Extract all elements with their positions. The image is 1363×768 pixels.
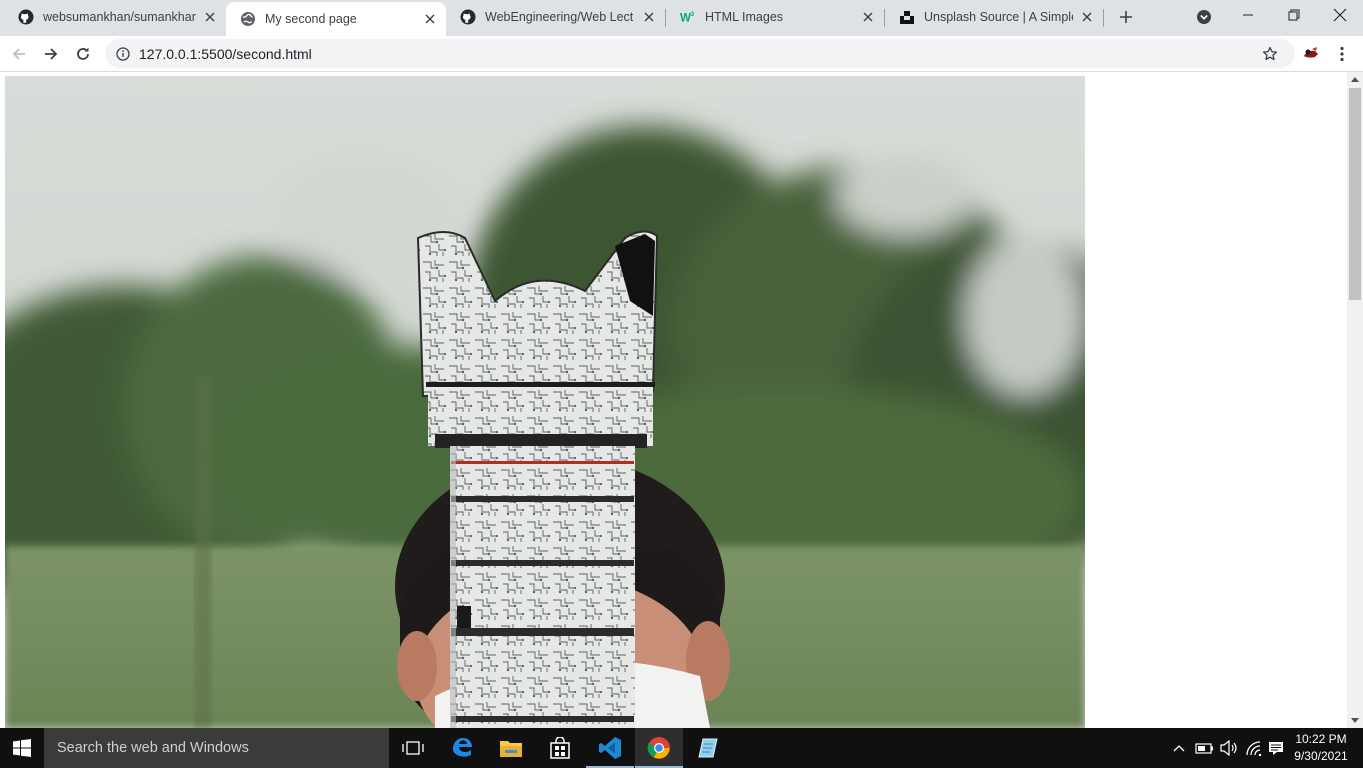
url-text[interactable]: 127.0.0.1:5500/second.html [139, 46, 312, 62]
notification-icon [1269, 742, 1283, 755]
scrollbar-thumb[interactable] [1349, 88, 1361, 300]
tab-separator [1103, 9, 1104, 27]
volume-icon [1220, 740, 1237, 756]
notepad-app-button[interactable] [684, 728, 732, 768]
file-explorer-icon [500, 741, 522, 757]
close-tab-icon[interactable] [422, 11, 438, 27]
avatar-icon [1301, 44, 1321, 64]
more-vert-icon [1340, 46, 1344, 62]
task-view-icon [402, 741, 424, 755]
close-tab-icon[interactable] [1079, 9, 1095, 25]
tab-html-images[interactable]: W3 HTML Images [666, 0, 884, 34]
back-button[interactable] [5, 40, 33, 68]
page-viewport [0, 72, 1347, 728]
page-scrollbar[interactable] [1347, 72, 1363, 728]
tab-title: Unsplash Source | A Simple A [924, 10, 1073, 24]
arrow-right-icon [45, 48, 58, 60]
tab-github-profile[interactable]: websumankhan/sumankhan [4, 0, 226, 34]
network-tray-button[interactable] [1243, 728, 1265, 768]
tab-title: WebEngineering/Web Lect 4.p [485, 10, 635, 24]
new-tab-button[interactable] [1115, 6, 1137, 28]
svg-text:3: 3 [691, 11, 695, 18]
github-icon [18, 9, 34, 25]
task-view-button[interactable] [389, 728, 437, 768]
file-explorer-button[interactable] [487, 728, 535, 768]
address-bar[interactable]: 127.0.0.1:5500/second.html [105, 39, 1295, 68]
tab-strip: websumankhan/sumankhan My second page We… [0, 0, 1363, 36]
page-image [5, 76, 1085, 728]
windows-logo-icon [13, 739, 31, 757]
tab-title: websumankhan/sumankhan [43, 10, 196, 24]
reload-button[interactable] [69, 40, 97, 68]
tab-title: My second page [265, 12, 357, 26]
close-tab-icon[interactable] [202, 9, 218, 25]
clock-time: 10:22 PM [1295, 732, 1347, 746]
github-icon [460, 9, 476, 25]
minimize-button[interactable] [1225, 0, 1271, 30]
battery-icon [1195, 743, 1213, 754]
store-icon [550, 737, 570, 759]
browser-toolbar: 127.0.0.1:5500/second.html [0, 36, 1363, 72]
battery-tray-button[interactable] [1194, 728, 1216, 768]
info-icon[interactable] [115, 46, 131, 62]
action-center-button[interactable] [1266, 728, 1286, 768]
chevron-down-icon [1197, 10, 1211, 24]
taskbar-search-placeholder: Search the web and Windows [57, 740, 249, 756]
forward-button[interactable] [37, 40, 65, 68]
close-window-button[interactable] [1317, 0, 1363, 30]
camera-lens-illustration [416, 230, 659, 728]
volume-tray-button[interactable] [1218, 728, 1240, 768]
chevron-up-icon [1173, 745, 1185, 752]
restore-button[interactable] [1271, 0, 1317, 30]
notepad-icon [698, 738, 718, 758]
bookmark-star-icon[interactable] [1261, 45, 1279, 63]
minimize-icon [1243, 14, 1253, 16]
show-hidden-icons-button[interactable] [1170, 728, 1188, 768]
tab-my-second-page[interactable]: My second page [226, 2, 446, 36]
browser-menu-button[interactable] [1331, 42, 1353, 66]
plus-icon [1120, 11, 1132, 23]
wifi-icon [1246, 741, 1262, 756]
taskbar-clock[interactable]: 10:22 PM 9/30/2021 [1290, 731, 1352, 765]
vscode-app-button[interactable] [586, 728, 634, 768]
start-button[interactable] [0, 728, 44, 768]
tab-web-engineering[interactable]: WebEngineering/Web Lect 4.p [446, 0, 665, 34]
vscode-icon [599, 737, 621, 759]
tab-search-button[interactable] [1194, 7, 1214, 27]
chrome-icon [647, 737, 670, 759]
store-app-button[interactable] [536, 728, 584, 768]
unsplash-icon [899, 9, 915, 25]
close-icon [1333, 8, 1347, 22]
edge-app-button[interactable] [438, 728, 486, 768]
chrome-app-button[interactable] [635, 728, 683, 768]
scroll-up-arrow-icon[interactable] [1347, 72, 1363, 86]
tab-title: HTML Images [705, 10, 784, 24]
taskbar-search-box[interactable]: Search the web and Windows [44, 728, 389, 768]
tab-unsplash-source[interactable]: Unsplash Source | A Simple A [885, 0, 1103, 34]
svg-text:W: W [680, 12, 691, 24]
scroll-down-arrow-icon[interactable] [1347, 714, 1363, 728]
windows-taskbar: Search the web and Windows 10:22 PM 9/30… [0, 728, 1363, 768]
globe-icon [240, 11, 256, 27]
restore-icon [1288, 9, 1300, 21]
arrow-left-icon [12, 48, 25, 60]
edge-icon [453, 738, 472, 757]
clock-date: 9/30/2021 [1294, 749, 1348, 763]
close-tab-icon[interactable] [641, 9, 657, 25]
reload-icon [77, 47, 89, 60]
profile-avatar[interactable] [1298, 41, 1324, 67]
close-tab-icon[interactable] [860, 9, 876, 25]
w3schools-icon: W3 [680, 9, 696, 25]
photo-camera-lens-image [5, 76, 1085, 728]
